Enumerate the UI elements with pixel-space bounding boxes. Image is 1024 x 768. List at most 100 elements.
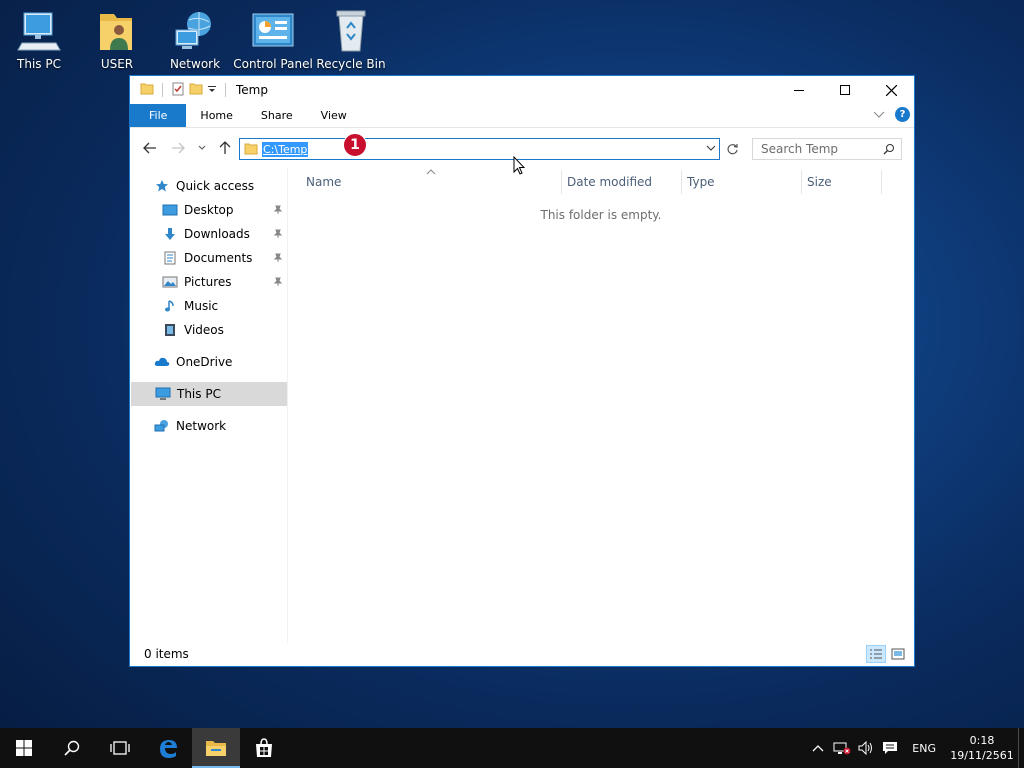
nav-item-label: Network: [176, 419, 227, 433]
view-toggle: [866, 645, 908, 663]
nav-item-label: OneDrive: [176, 355, 233, 369]
nav-item-label: Desktop: [184, 203, 234, 217]
status-bar: 0 items: [130, 642, 914, 666]
network-icon: [172, 8, 218, 54]
nav-item-music[interactable]: Music: [130, 294, 287, 318]
back-button[interactable]: [142, 140, 158, 156]
customize-qat-icon[interactable]: [207, 83, 217, 97]
desktop-icon-control-panel[interactable]: Control Panel: [233, 8, 313, 78]
nav-item-network[interactable]: Network: [130, 414, 287, 438]
column-header-type[interactable]: Type: [681, 170, 801, 194]
desktop-icon-user[interactable]: USER: [79, 8, 155, 78]
pin-icon[interactable]: [273, 228, 283, 242]
nav-item-desktop[interactable]: Desktop: [130, 198, 287, 222]
search-button[interactable]: [48, 728, 96, 768]
this-pc-icon: [155, 386, 171, 402]
title-bar[interactable]: Temp: [130, 76, 914, 104]
nav-item-quick-access[interactable]: Quick access: [130, 174, 287, 198]
desktop-icon-this-pc[interactable]: This PC: [1, 8, 77, 78]
window-controls: [776, 76, 914, 104]
forward-button[interactable]: [170, 140, 186, 156]
action-center-icon[interactable]: [878, 728, 902, 768]
navigation-pane[interactable]: Quick access Desktop Downloads Documents…: [130, 168, 288, 643]
network-icon: [154, 418, 170, 434]
up-button[interactable]: [217, 140, 233, 156]
pin-icon[interactable]: [273, 276, 283, 290]
desktop-label: Network: [169, 57, 221, 71]
user-folder-icon: [94, 8, 140, 54]
search-icon[interactable]: [883, 143, 895, 158]
nav-item-label: Downloads: [184, 227, 250, 241]
nav-item-downloads[interactable]: Downloads: [130, 222, 287, 246]
task-view-button[interactable]: [96, 728, 144, 768]
new-folder-icon[interactable]: [189, 82, 203, 99]
tab-view[interactable]: View: [307, 104, 361, 127]
nav-item-this-pc[interactable]: This PC: [131, 382, 287, 406]
desktop-icon-network[interactable]: Network: [157, 8, 233, 78]
clock-date: 19/11/2561: [950, 749, 1014, 762]
pictures-icon: [162, 274, 178, 290]
recent-locations-button[interactable]: [194, 140, 210, 156]
item-count: 0 items: [144, 647, 189, 661]
edge-browser-icon[interactable]: [144, 728, 192, 768]
address-bar[interactable]: C:\Temp: [239, 138, 720, 160]
ribbon-right-controls: ?: [873, 107, 910, 122]
address-dropdown-icon[interactable]: [705, 142, 717, 157]
start-button[interactable]: [0, 728, 48, 768]
nav-item-documents[interactable]: Documents: [130, 246, 287, 270]
expand-ribbon-icon[interactable]: [873, 108, 885, 122]
refresh-button[interactable]: [724, 141, 740, 157]
clock-time: 0:18: [969, 734, 995, 747]
document-icon: [162, 250, 178, 266]
nav-item-label: Music: [184, 299, 219, 313]
nav-item-videos[interactable]: Videos: [130, 318, 287, 342]
recycle-bin-icon: [328, 8, 374, 54]
column-divider[interactable]: [881, 170, 882, 194]
system-tray: ENG 0:18 19/11/2561: [806, 728, 1024, 768]
nav-item-label: Quick access: [176, 179, 255, 193]
search-input[interactable]: Search Temp: [752, 138, 902, 160]
large-icons-view-button[interactable]: [888, 645, 908, 663]
nav-item-label: This PC: [177, 387, 221, 401]
column-header-date-modified[interactable]: Date modified: [561, 170, 681, 194]
maximize-button[interactable]: [822, 76, 868, 104]
minimize-button[interactable]: [776, 76, 822, 104]
tab-file[interactable]: File: [130, 104, 187, 127]
help-icon[interactable]: ?: [895, 107, 910, 122]
desktop-icon-recycle-bin[interactable]: Recycle Bin: [313, 8, 389, 78]
nav-item-onedrive[interactable]: OneDrive: [130, 350, 287, 374]
input-language[interactable]: ENG: [902, 742, 946, 755]
store-icon[interactable]: [240, 728, 288, 768]
tab-home[interactable]: Home: [186, 104, 246, 127]
explorer-content: Quick access Desktop Downloads Documents…: [130, 168, 914, 643]
nav-item-label: Pictures: [184, 275, 232, 289]
desktop-label: Recycle Bin: [316, 57, 386, 71]
desktop-label: USER: [100, 57, 134, 71]
tab-share[interactable]: Share: [247, 104, 307, 127]
volume-icon[interactable]: [854, 728, 878, 768]
properties-icon[interactable]: [171, 82, 185, 99]
folder-icon: [140, 82, 154, 99]
nav-item-pictures[interactable]: Pictures: [130, 270, 287, 294]
video-icon: [162, 322, 178, 338]
step-badge: 1: [343, 133, 367, 157]
quick-access-toolbar: [130, 82, 230, 99]
nav-item-label: Documents: [184, 251, 253, 265]
file-explorer-taskbar-icon[interactable]: [192, 728, 240, 768]
file-list[interactable]: Name Date modified Type Size This folder…: [288, 168, 914, 643]
network-status-icon[interactable]: [830, 728, 854, 768]
music-icon: [162, 298, 178, 314]
show-desktop-button[interactable]: [1018, 728, 1024, 768]
pin-icon[interactable]: [273, 204, 283, 218]
close-button[interactable]: [868, 76, 914, 104]
pin-icon[interactable]: [273, 252, 283, 266]
address-text[interactable]: C:\Temp: [262, 141, 309, 157]
chevron-up-icon[interactable]: [806, 728, 830, 768]
desktop-icon: [162, 202, 178, 218]
column-header-size[interactable]: Size: [801, 170, 881, 194]
details-view-button[interactable]: [866, 645, 886, 663]
clock[interactable]: 0:18 19/11/2561: [946, 733, 1018, 763]
divider: [225, 83, 226, 97]
